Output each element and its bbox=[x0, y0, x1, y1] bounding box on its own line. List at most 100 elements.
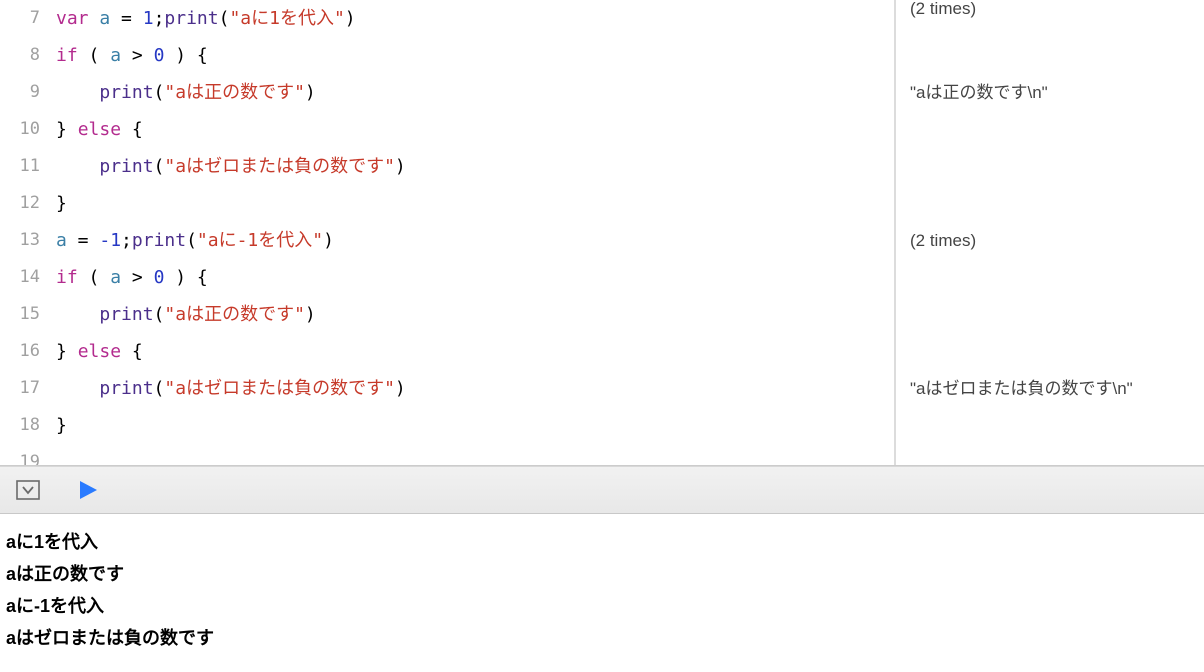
operator: > bbox=[121, 45, 154, 66]
punct: ( bbox=[154, 156, 165, 177]
function-call: print bbox=[132, 230, 186, 251]
result-row[interactable]: (2 times) bbox=[910, 0, 1204, 18]
toggle-console-button[interactable] bbox=[14, 476, 42, 504]
console-line: aに-1を代入 bbox=[6, 590, 1198, 622]
code-line[interactable]: if ( a > 0 ) { bbox=[56, 37, 894, 74]
string-literal: "aは正の数です" bbox=[164, 304, 305, 325]
function-call: print bbox=[99, 304, 153, 325]
line-number: 11 bbox=[0, 148, 40, 185]
identifier: a bbox=[110, 45, 121, 66]
function-call: print bbox=[99, 378, 153, 399]
code-line[interactable]: print("aは正の数です") bbox=[56, 296, 894, 333]
code-line[interactable]: print("aは正の数です") bbox=[56, 74, 894, 111]
console-line: aは正の数です bbox=[6, 558, 1198, 590]
punct: ; bbox=[121, 230, 132, 251]
code-line[interactable]: print("aはゼロまたは負の数です") bbox=[56, 370, 894, 407]
console-output[interactable]: aに1を代入 aは正の数です aに-1を代入 aはゼロまたは負の数です bbox=[0, 514, 1204, 672]
chevron-down-box-icon bbox=[16, 480, 40, 500]
line-number: 16 bbox=[0, 333, 40, 370]
code-line[interactable]: var a = 1;print("aに1を代入") bbox=[56, 0, 894, 37]
string-literal: "aに-1を代入" bbox=[197, 230, 323, 251]
string-literal: "aは正の数です" bbox=[164, 82, 305, 103]
result-row[interactable]: "aはゼロまたは負の数です\n" bbox=[910, 370, 1204, 407]
keyword: else bbox=[78, 119, 121, 140]
result-spacer bbox=[910, 18, 1204, 74]
line-number: 8 bbox=[0, 37, 40, 74]
number-literal: 1 bbox=[143, 8, 154, 29]
results-sidebar: (2 times) "aは正の数です\n" (2 times) "aはゼロまたは… bbox=[894, 0, 1204, 465]
line-number: 12 bbox=[0, 185, 40, 222]
punct: } bbox=[56, 415, 67, 436]
code-line[interactable] bbox=[56, 444, 894, 465]
code-line[interactable]: if ( a > 0 ) { bbox=[56, 259, 894, 296]
punct: ; bbox=[154, 8, 165, 29]
string-literal: "aはゼロまたは負の数です" bbox=[164, 378, 395, 399]
result-spacer bbox=[910, 259, 1204, 370]
console-line: aに1を代入 bbox=[6, 526, 1198, 558]
code-line[interactable]: } else { bbox=[56, 333, 894, 370]
keyword: var bbox=[56, 8, 89, 29]
punct: ( bbox=[154, 378, 165, 399]
punct: ) bbox=[305, 82, 316, 103]
operator: > bbox=[121, 267, 154, 288]
code-editor[interactable]: var a = 1;print("aに1を代入") if ( a > 0 ) {… bbox=[56, 0, 894, 465]
line-number: 17 bbox=[0, 370, 40, 407]
code-line[interactable]: a = -1;print("aに-1を代入") bbox=[56, 222, 894, 259]
editor-area: 7 8 9 10 11 12 13 14 15 16 17 18 19 var … bbox=[0, 0, 1204, 466]
punct: ( bbox=[154, 304, 165, 325]
function-call: print bbox=[99, 82, 153, 103]
operator: = bbox=[67, 230, 100, 251]
keyword: else bbox=[78, 341, 121, 362]
line-number: 18 bbox=[0, 407, 40, 444]
code-line[interactable]: print("aはゼロまたは負の数です") bbox=[56, 148, 894, 185]
line-number: 14 bbox=[0, 259, 40, 296]
number-literal: -1 bbox=[99, 230, 121, 251]
string-literal: "aに1を代入" bbox=[229, 8, 344, 29]
punct: ( bbox=[219, 8, 230, 29]
line-number-gutter: 7 8 9 10 11 12 13 14 15 16 17 18 19 bbox=[0, 0, 56, 465]
punct: ) bbox=[323, 230, 334, 251]
debug-toolbar bbox=[0, 466, 1204, 514]
punct: { bbox=[121, 119, 143, 140]
punct: ) { bbox=[164, 45, 207, 66]
operator: = bbox=[110, 8, 143, 29]
identifier: a bbox=[99, 8, 110, 29]
line-number: 9 bbox=[0, 74, 40, 111]
punct: ) { bbox=[164, 267, 207, 288]
result-row[interactable]: (2 times) bbox=[910, 222, 1204, 259]
result-row[interactable]: "aは正の数です\n" bbox=[910, 74, 1204, 111]
punct: ( bbox=[78, 267, 111, 288]
keyword: if bbox=[56, 267, 78, 288]
keyword: if bbox=[56, 45, 78, 66]
play-icon bbox=[77, 479, 99, 501]
identifier: a bbox=[56, 230, 67, 251]
punct: ) bbox=[395, 156, 406, 177]
number-literal: 0 bbox=[154, 267, 165, 288]
result-spacer bbox=[910, 111, 1204, 222]
punct: ) bbox=[345, 8, 356, 29]
code-line[interactable]: } bbox=[56, 185, 894, 222]
number-literal: 0 bbox=[154, 45, 165, 66]
console-line: aはゼロまたは負の数です bbox=[6, 622, 1198, 654]
punct: ( bbox=[154, 82, 165, 103]
line-number: 15 bbox=[0, 296, 40, 333]
function-call: print bbox=[99, 156, 153, 177]
run-button[interactable] bbox=[74, 476, 102, 504]
line-number: 19 bbox=[0, 444, 40, 465]
punct: } bbox=[56, 193, 67, 214]
punct: { bbox=[121, 341, 143, 362]
indent bbox=[56, 156, 99, 177]
indent bbox=[56, 378, 99, 399]
line-number: 10 bbox=[0, 111, 40, 148]
code-line[interactable]: } bbox=[56, 407, 894, 444]
code-panel: 7 8 9 10 11 12 13 14 15 16 17 18 19 var … bbox=[0, 0, 894, 465]
punct: ( bbox=[78, 45, 111, 66]
punct: ) bbox=[305, 304, 316, 325]
code-line[interactable]: } else { bbox=[56, 111, 894, 148]
indent bbox=[56, 304, 99, 325]
punct: } bbox=[56, 341, 78, 362]
line-number: 13 bbox=[0, 222, 40, 259]
line-number: 7 bbox=[0, 0, 40, 37]
function-call: print bbox=[164, 8, 218, 29]
identifier: a bbox=[110, 267, 121, 288]
